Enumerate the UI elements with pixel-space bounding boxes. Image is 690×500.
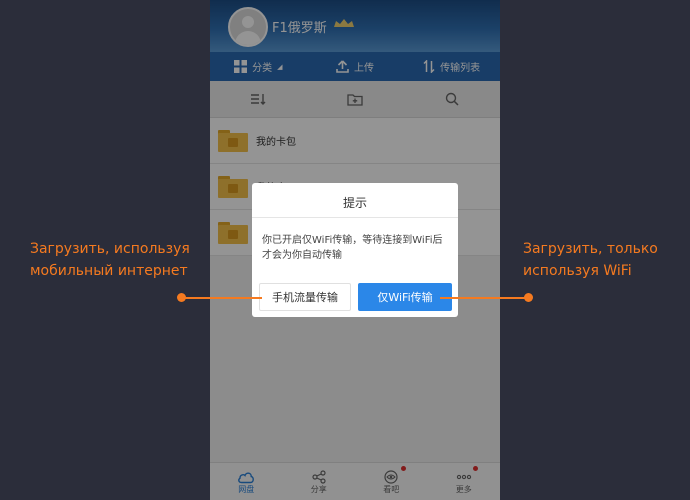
dialog-divider bbox=[252, 217, 458, 218]
annotation-line-left bbox=[182, 297, 262, 299]
annotation-right: Загрузить, только используя WiFi bbox=[523, 241, 658, 279]
cellular-transfer-button[interactable]: 手机流量传输 bbox=[259, 283, 351, 311]
annotation-dot-right bbox=[524, 293, 533, 302]
annotation-line-right bbox=[440, 297, 528, 299]
dialog-title: 提示 bbox=[342, 196, 367, 210]
wifi-only-button[interactable]: 仅WiFi传输 bbox=[358, 283, 452, 311]
dialog-message: 你已开启仅WiFi传输，等待连接到WiFi后才会为你自动传输 bbox=[262, 235, 443, 261]
annotation-left: Загрузить, используя мобильный интернет bbox=[30, 241, 190, 279]
wifi-transfer-dialog: 提示 你已开启仅WiFi传输，等待连接到WiFi后才会为你自动传输 手机流量传输… bbox=[252, 183, 458, 317]
